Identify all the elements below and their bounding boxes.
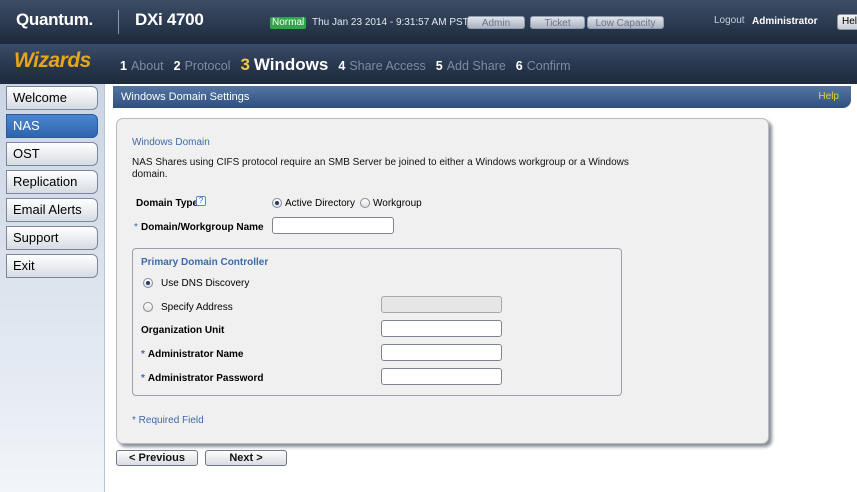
sidebar-item-email-alerts[interactable]: Email Alerts [6, 198, 98, 222]
active-directory-radio[interactable] [272, 198, 282, 208]
section-title: Windows Domain Settings [121, 91, 250, 103]
current-user: Administrator [752, 16, 818, 27]
admin-name-input[interactable] [381, 344, 502, 361]
section-header: Windows Domain Settings Help [113, 86, 851, 108]
required-asterisk: * [134, 222, 138, 233]
wizards-title: Wizards [14, 49, 91, 72]
workgroup-radio[interactable] [360, 198, 370, 208]
admin-status-button[interactable]: Admin [467, 16, 525, 29]
org-unit-input[interactable] [381, 320, 502, 337]
product-model: DXi 4700 [135, 10, 204, 29]
wizard-step-protocol[interactable]: 2 Protocol [174, 59, 231, 73]
use-dns-label: Use DNS Discovery [161, 278, 250, 289]
logout-link[interactable]: Logout [714, 15, 745, 26]
sidebar: Welcome NAS OST Replication Email Alerts… [0, 84, 104, 492]
section-help-link[interactable]: Help [818, 86, 839, 108]
windows-domain-heading: Windows Domain [132, 137, 210, 148]
quantum-logo: Quantum. [16, 10, 93, 29]
domain-name-input[interactable] [272, 217, 394, 234]
sidebar-item-ost[interactable]: OST [6, 142, 98, 166]
status-badge[interactable]: Normal [270, 17, 307, 29]
help-question-icon[interactable]: ? [196, 196, 206, 206]
active-directory-label: Active Directory [285, 198, 356, 209]
address-input[interactable] [381, 296, 502, 313]
wizard-step-add-share[interactable]: 5 Add Share [436, 59, 506, 73]
wizard-bar: Wizards 1 About 2 Protocol 3 Windows 4 Share… [0, 44, 857, 84]
primary-domain-controller-group: Primary Domain Controller Use DNS Discov… [132, 248, 622, 396]
top-header: Quantum. DXi 4700 Normal Thu Jan 23 2014… [0, 0, 857, 44]
admin-password-label: * Administrator Password [141, 373, 264, 384]
specify-address-label: Specify Address [161, 302, 233, 313]
system-datetime: Thu Jan 23 2014 - 9:31:57 AM PST [312, 17, 469, 28]
low-capacity-status-button[interactable]: Low Capacity [587, 16, 664, 29]
sidebar-item-support[interactable]: Support [6, 226, 98, 250]
sidebar-item-replication[interactable]: Replication [6, 170, 98, 194]
wizard-steps: 1 About 2 Protocol 3 Windows 4 Share Access … [120, 55, 581, 75]
wizard-step-about[interactable]: 1 About [120, 59, 164, 73]
domain-type-label: Domain Type [136, 198, 199, 209]
workgroup-label: Workgroup [373, 198, 422, 209]
wizard-step-share-access[interactable]: 4 Share Access [338, 59, 425, 73]
ticket-status-button[interactable]: Ticket [530, 16, 585, 29]
wizard-step-windows[interactable]: 3 Windows [240, 55, 328, 75]
domain-name-label: Domain/Workgroup Name [141, 222, 264, 233]
previous-button[interactable]: < Previous [116, 450, 198, 466]
header-divider [118, 10, 119, 34]
use-dns-radio[interactable] [143, 278, 153, 288]
sidebar-item-nas[interactable]: NAS [6, 114, 98, 138]
windows-domain-panel: Windows Domain NAS Shares using CIFS pro… [116, 118, 769, 444]
wizard-step-confirm[interactable]: 6 Confirm [516, 59, 571, 73]
org-unit-label: Organization Unit [141, 325, 225, 336]
sidebar-item-welcome[interactable]: Welcome [6, 86, 98, 110]
required-field-note: * Required Field [132, 415, 204, 426]
intro-text: NAS Shares using CIFS protocol require a… [132, 157, 629, 180]
pdc-title: Primary Domain Controller [141, 257, 269, 268]
help-button[interactable]: Help [837, 14, 857, 30]
specify-address-radio[interactable] [143, 302, 153, 312]
admin-password-input[interactable] [381, 368, 502, 385]
admin-name-label: * Administrator Name [141, 349, 244, 360]
sidebar-item-exit[interactable]: Exit [6, 254, 98, 278]
next-button[interactable]: Next > [205, 450, 287, 466]
